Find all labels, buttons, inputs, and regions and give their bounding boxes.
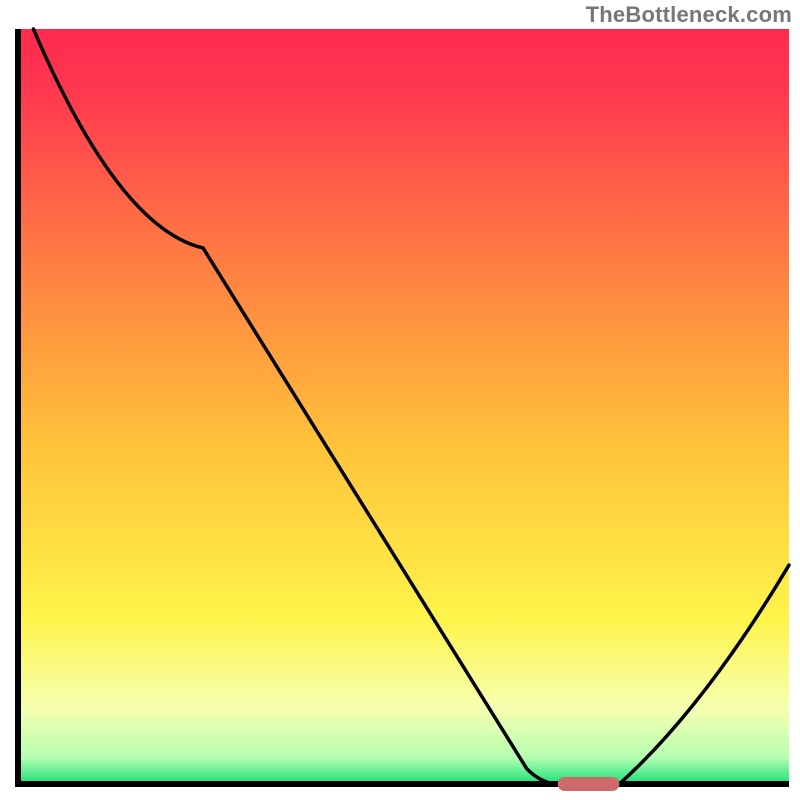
chart-frame: TheBottleneck.com [0, 0, 800, 800]
optimal-marker [558, 777, 620, 791]
watermark-text: TheBottleneck.com [586, 2, 792, 28]
plot-background [18, 29, 789, 784]
bottleneck-chart [0, 0, 800, 800]
